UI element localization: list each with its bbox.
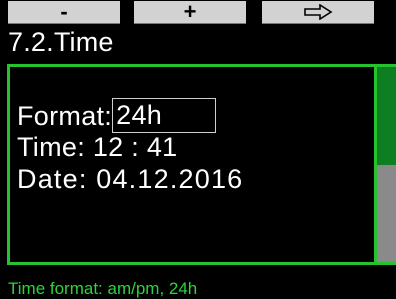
next-softkey[interactable] bbox=[262, 1, 374, 24]
scrollbar-thumb[interactable] bbox=[377, 165, 396, 262]
time-row[interactable]: Time: 12 : 41 bbox=[17, 131, 177, 163]
format-value-field[interactable]: 24h bbox=[112, 98, 217, 133]
date-label: Date: bbox=[17, 164, 88, 194]
date-row[interactable]: Date: 04.12.2016 bbox=[17, 163, 243, 195]
page-title: 7.2.Time bbox=[8, 27, 114, 57]
right-arrow-outline-icon bbox=[304, 4, 333, 20]
date-value: 04.12.2016 bbox=[96, 164, 244, 194]
minus-softkey[interactable]: - bbox=[8, 1, 120, 24]
settings-content: Format: 24h Time: 12 : 41 Date: 04.12.201… bbox=[10, 67, 374, 262]
plus-softkey[interactable]: + bbox=[134, 1, 246, 24]
time-value: 12 : 41 bbox=[92, 132, 178, 162]
help-text: Time format: am/pm, 24h bbox=[8, 279, 198, 298]
settings-panel: Format: 24h Time: 12 : 41 Date: 04.12.201… bbox=[7, 64, 396, 265]
format-row[interactable]: Format: 24h bbox=[17, 98, 217, 133]
plus-softkey-label: + bbox=[183, 0, 197, 24]
scrollbar-track bbox=[377, 67, 396, 165]
minus-softkey-label: - bbox=[60, 0, 68, 24]
time-label: Time: bbox=[17, 132, 85, 162]
softkey-bar: - + bbox=[0, 0, 396, 25]
format-label: Format: bbox=[17, 101, 113, 131]
scrollbar[interactable] bbox=[374, 67, 396, 262]
